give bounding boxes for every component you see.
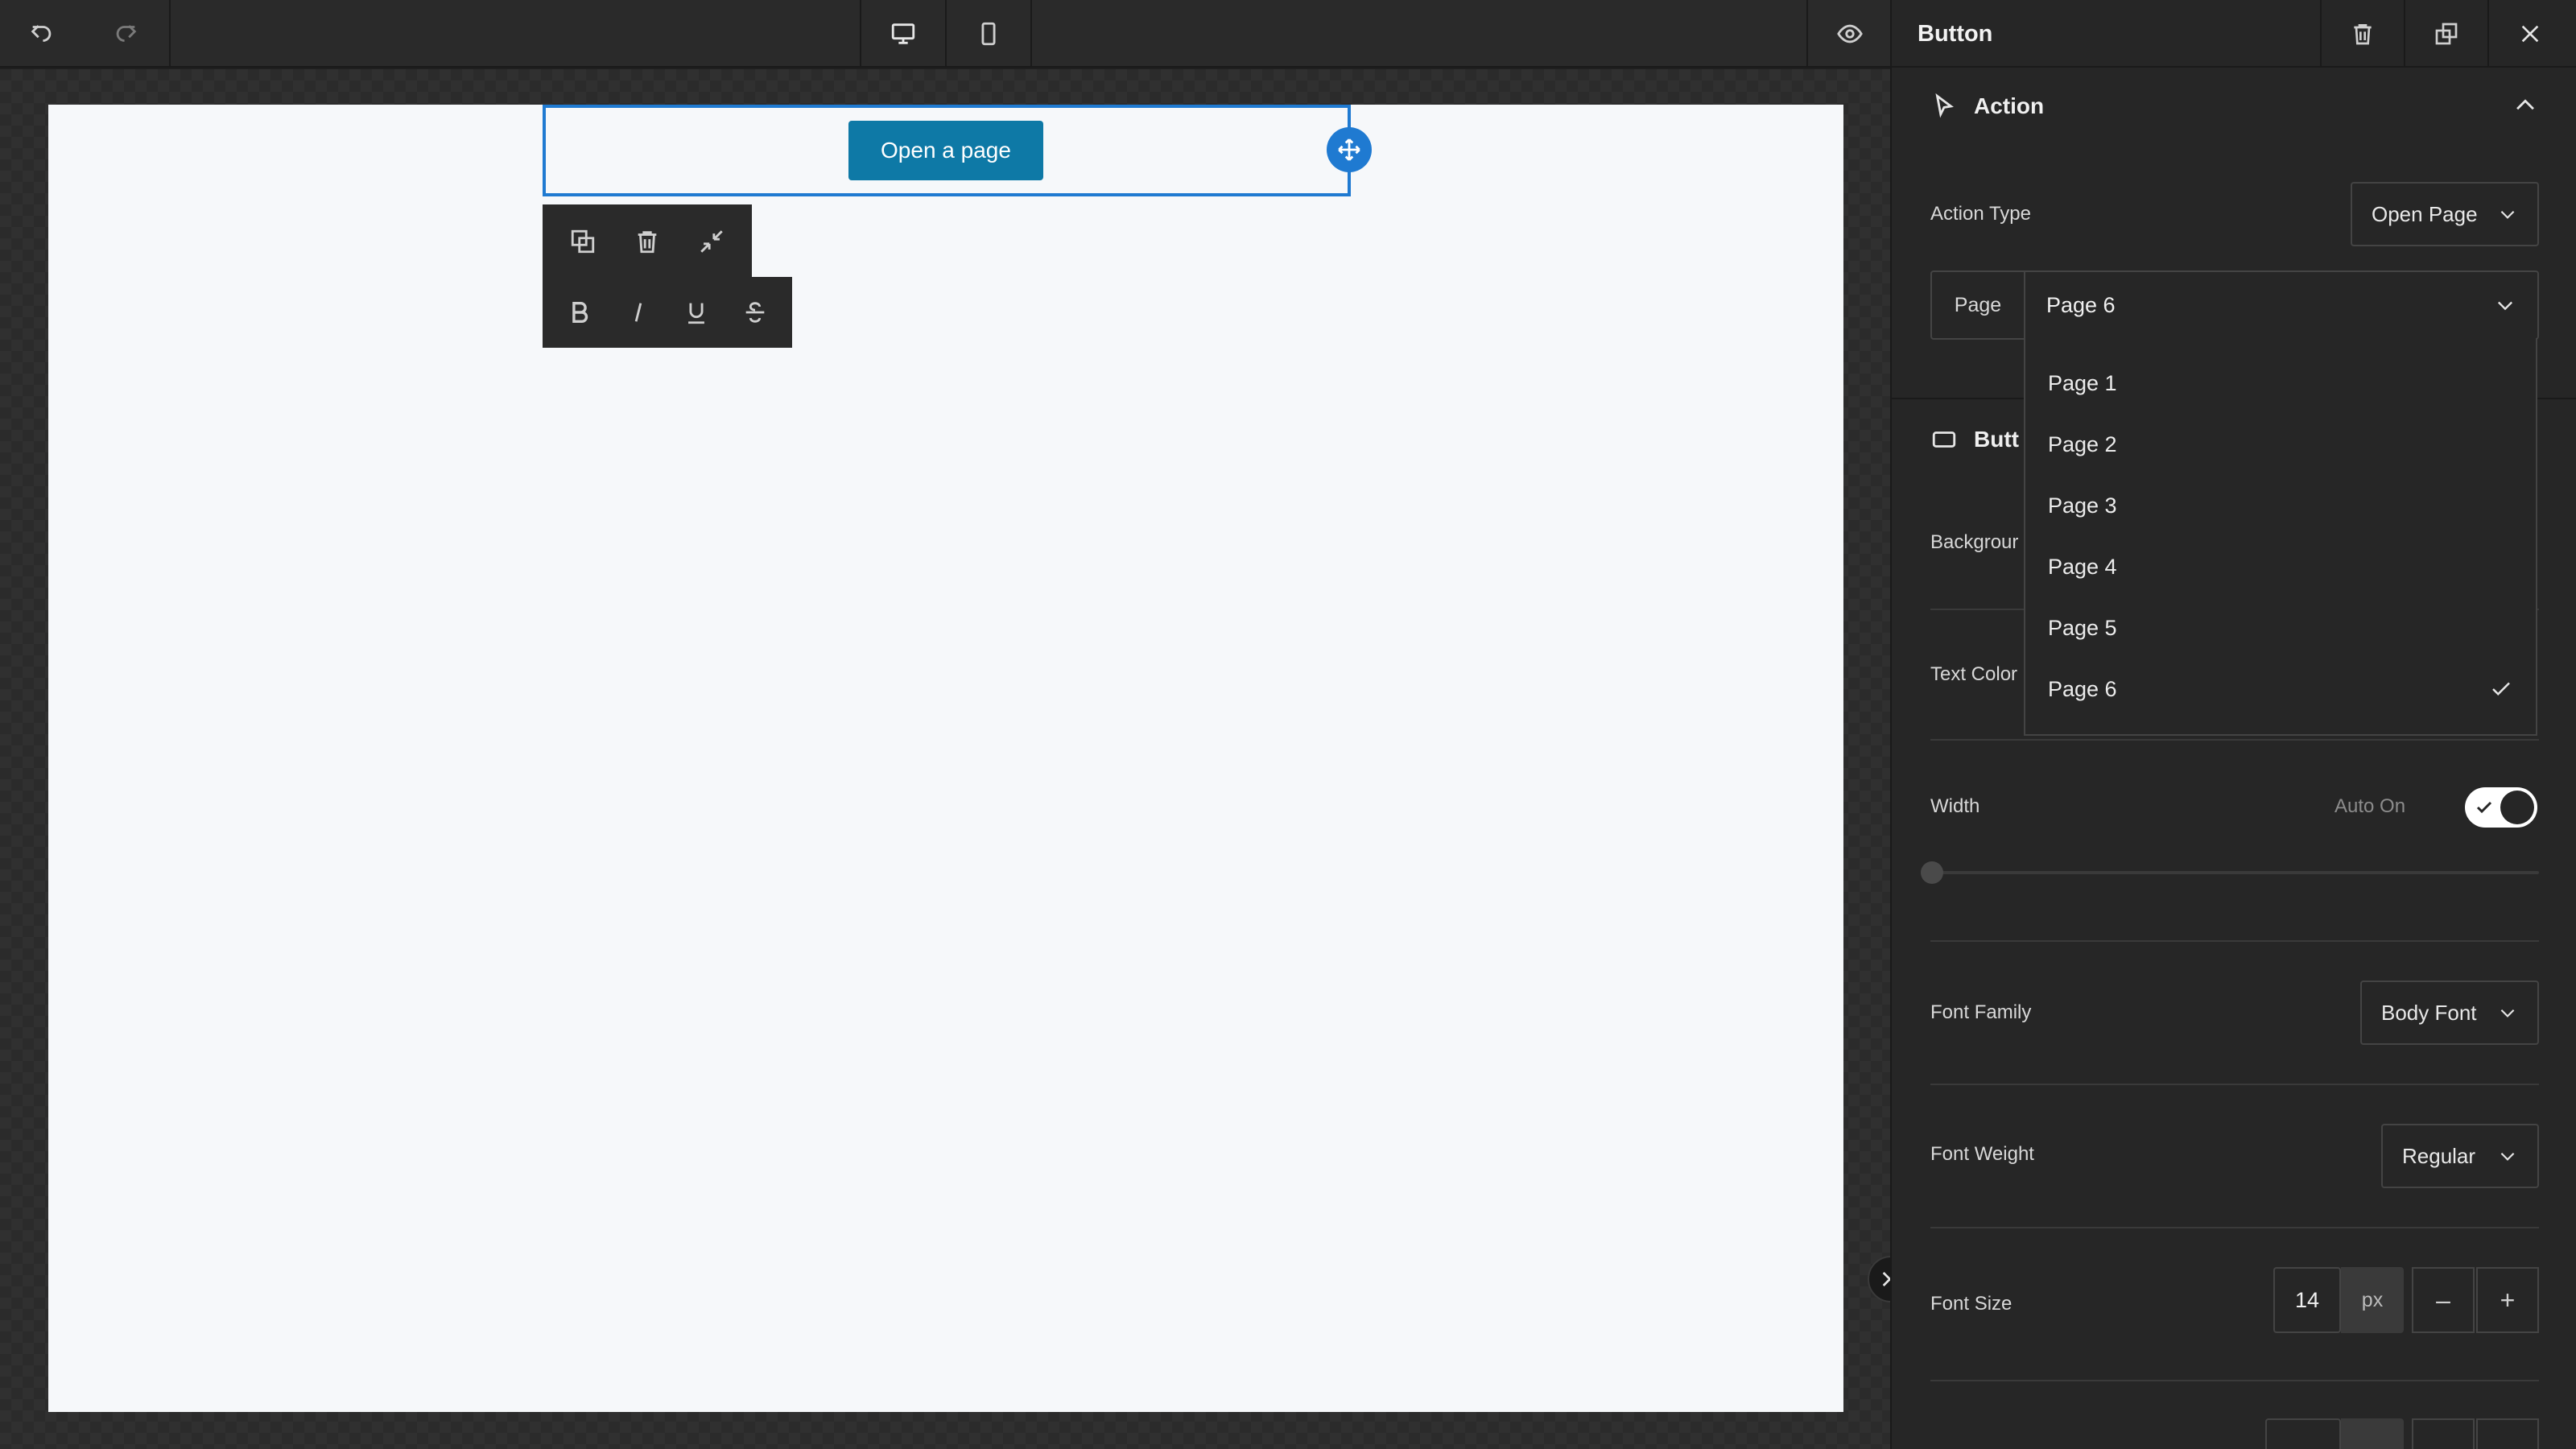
page-option-label: Page 2 (2048, 431, 2117, 456)
text-format-toolbar (543, 277, 792, 348)
text-color-label: Text Color (1930, 663, 2018, 685)
page-option-label: Page 3 (2048, 493, 2117, 518)
strikethrough-icon (745, 302, 765, 323)
page-option[interactable]: Page 5 (2025, 597, 2536, 658)
italic-icon (634, 303, 642, 322)
chevron-up-icon (2516, 99, 2534, 110)
desktop-view-button[interactable] (861, 0, 945, 68)
undo-icon (31, 25, 52, 42)
duplicate-block-button[interactable] (559, 217, 607, 266)
cursor-icon (1935, 93, 1954, 118)
panel-duplicate-button[interactable] (2404, 0, 2487, 68)
chevron-down-icon (2500, 210, 2515, 219)
undo-button[interactable] (0, 0, 84, 68)
page-option-label: Page 5 (2048, 615, 2117, 640)
page-option[interactable]: Page 3 (2025, 475, 2536, 536)
move-icon (1338, 138, 1360, 161)
page-option[interactable]: Page 2 (2025, 414, 2536, 475)
toggle-knob (2500, 791, 2534, 824)
next-field-increment[interactable] (2476, 1418, 2539, 1449)
width-slider-track[interactable] (1930, 871, 2539, 874)
font-size-input[interactable]: 14 (2273, 1267, 2341, 1333)
width-slider-handle[interactable] (1921, 861, 1943, 884)
page-option-label: Page 4 (2048, 554, 2117, 579)
check-icon (2492, 682, 2510, 696)
width-auto-toggle[interactable] (2465, 787, 2537, 828)
mobile-icon (981, 22, 996, 46)
auto-on-label: Auto On (2334, 795, 2406, 817)
underline-icon (688, 303, 705, 324)
width-label: Width (1930, 795, 1980, 817)
page-dropdown-menu: Page 1 Page 2 Page 3 Page 4 Page 5 Page … (2024, 338, 2537, 736)
page-option[interactable]: Page 1 (2025, 353, 2536, 414)
chevron-down-icon (2500, 1152, 2515, 1161)
block-toolbar (543, 204, 752, 279)
action-section-label: Action (1974, 93, 2045, 118)
check-icon (2476, 801, 2492, 814)
button-section-label: Butt (1974, 427, 2019, 452)
font-size-increment[interactable]: + (2476, 1267, 2539, 1333)
next-field-unit[interactable] (2341, 1418, 2404, 1449)
button-box-icon (1932, 431, 1956, 448)
chevron-down-icon (2500, 1009, 2515, 1018)
panel-close-button[interactable] (2487, 0, 2571, 68)
page-select-field[interactable]: Page Page 6 (1930, 270, 2539, 340)
trash-icon (638, 231, 657, 254)
page-selected-text: Page 6 (2046, 292, 2116, 317)
duplicate-icon (571, 229, 595, 254)
page-canvas[interactable] (48, 105, 1843, 1412)
action-type-value: Open Page (2372, 201, 2478, 226)
font-family-select[interactable]: Body Font (2360, 980, 2539, 1045)
font-family-label: Font Family (1930, 1001, 2032, 1023)
panel-delete-button[interactable] (2320, 0, 2404, 68)
collapse-icon (700, 230, 723, 253)
page-option-label: Page 1 (2048, 370, 2117, 395)
redo-button[interactable] (84, 0, 167, 68)
next-field-decrement[interactable] (2412, 1418, 2475, 1449)
bold-button[interactable] (555, 288, 604, 336)
mobile-view-button[interactable] (947, 0, 1030, 68)
font-family-value: Body Font (2381, 1000, 2477, 1025)
desktop-icon (891, 23, 915, 44)
next-field-input[interactable] (2265, 1418, 2341, 1449)
trash-icon (2354, 24, 2372, 45)
page-select-value[interactable]: Page 6 (2025, 272, 2537, 338)
page-option[interactable]: Page 4 (2025, 536, 2536, 597)
action-type-select[interactable]: Open Page (2351, 182, 2539, 246)
delete-block-button[interactable] (623, 217, 671, 266)
font-size-unit[interactable]: px (2341, 1267, 2404, 1333)
redo-icon (116, 25, 137, 42)
italic-button[interactable] (614, 288, 663, 336)
font-size-decrement[interactable]: – (2412, 1267, 2475, 1333)
background-label: Backgrour (1930, 531, 2019, 553)
font-weight-label: Font Weight (1930, 1143, 2034, 1165)
preview-button[interactable] (1808, 0, 1892, 68)
action-section-header[interactable]: Action (1930, 82, 2539, 130)
bold-icon (572, 301, 588, 324)
close-icon (2521, 25, 2539, 43)
chevron-down-icon (2498, 301, 2512, 311)
page-field-label: Page (1932, 272, 2025, 338)
font-weight-value: Regular (2402, 1143, 2476, 1168)
top-toolbar (0, 0, 1890, 68)
shrink-block-button[interactable] (687, 217, 736, 266)
panel-header: Button (1892, 0, 2576, 68)
action-type-label: Action Type (1930, 203, 2031, 225)
font-weight-select[interactable]: Regular (2381, 1124, 2539, 1188)
open-page-button[interactable]: Open a page (848, 121, 1043, 180)
panel-title: Button (1918, 21, 1993, 47)
page-option-label: Page 6 (2048, 676, 2117, 701)
strikethrough-button[interactable] (731, 288, 779, 336)
font-size-label: Font Size (1930, 1293, 2013, 1315)
move-handle[interactable] (1327, 127, 1372, 172)
underline-button[interactable] (672, 288, 720, 336)
eye-icon (1837, 24, 1863, 43)
duplicate-icon (2435, 23, 2458, 45)
page-option-selected[interactable]: Page 6 (2025, 658, 2536, 720)
